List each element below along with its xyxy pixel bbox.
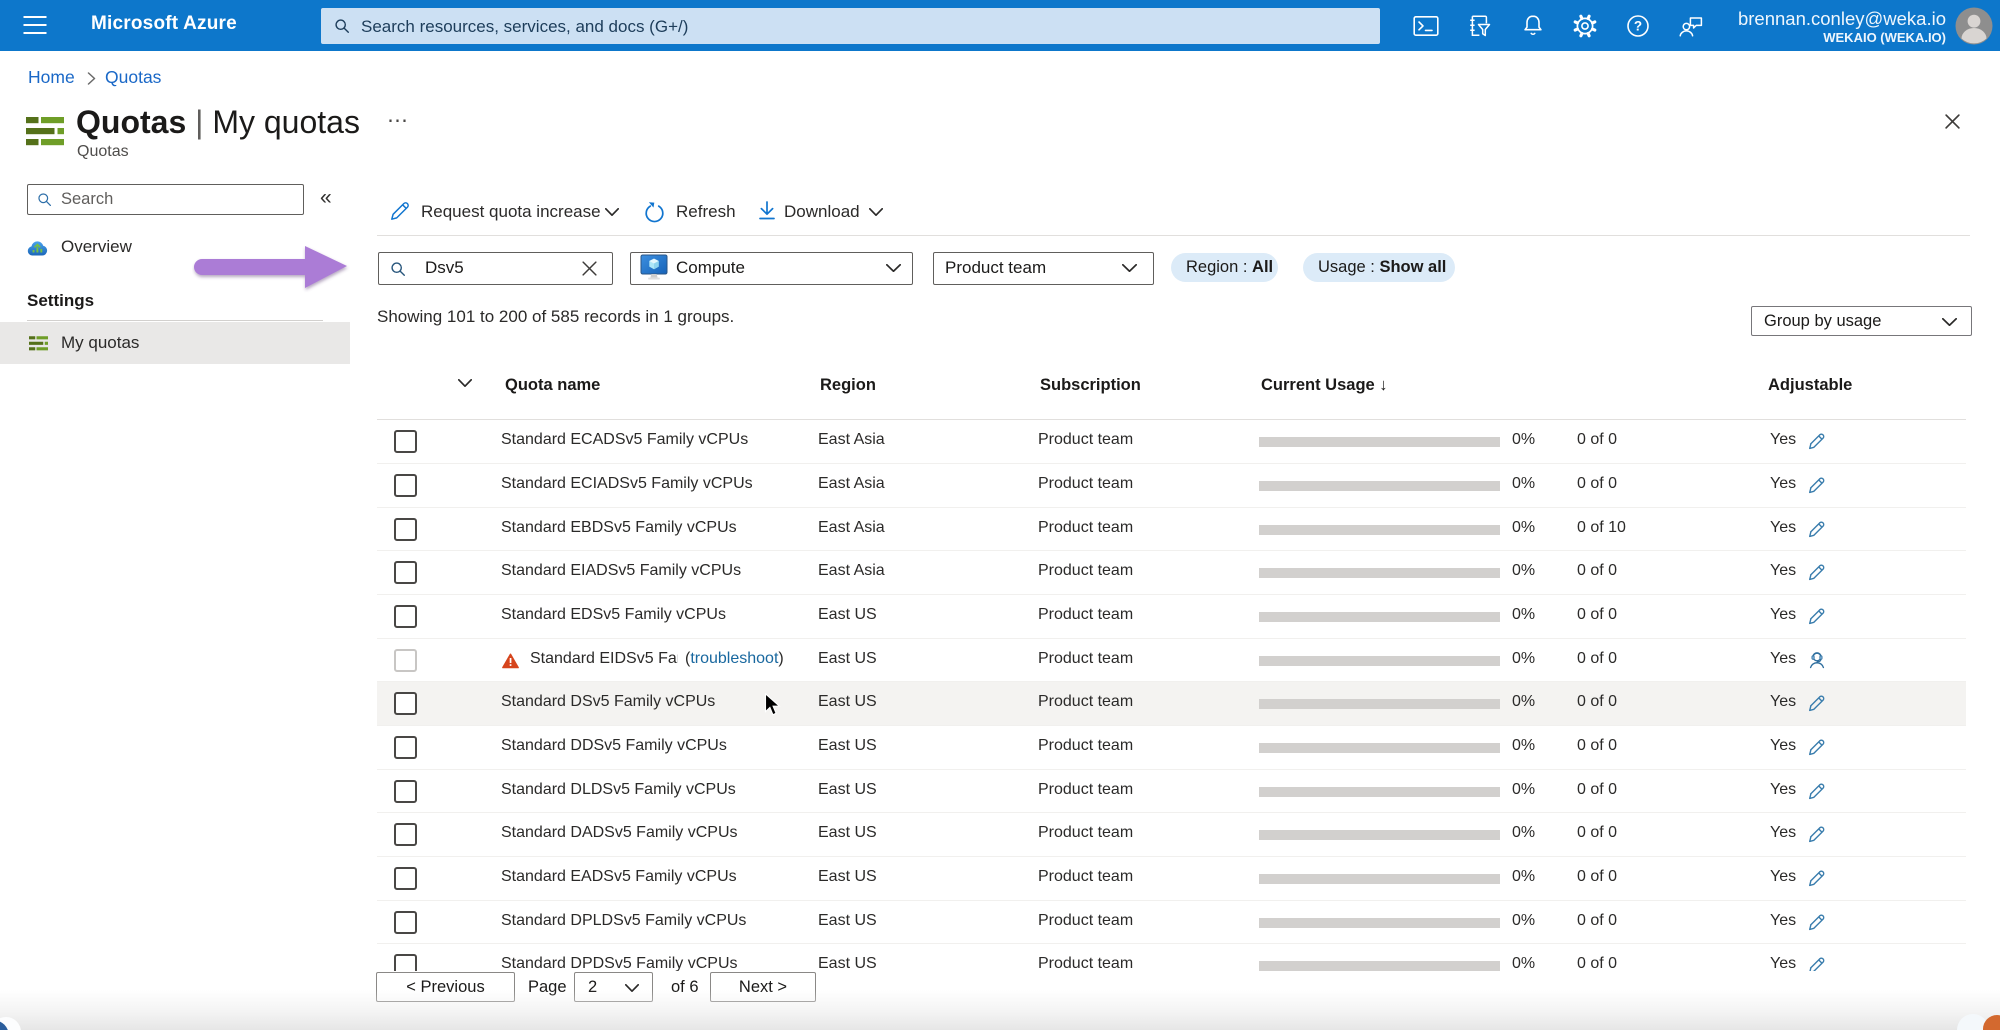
svg-text:?: ? <box>1634 19 1642 34</box>
